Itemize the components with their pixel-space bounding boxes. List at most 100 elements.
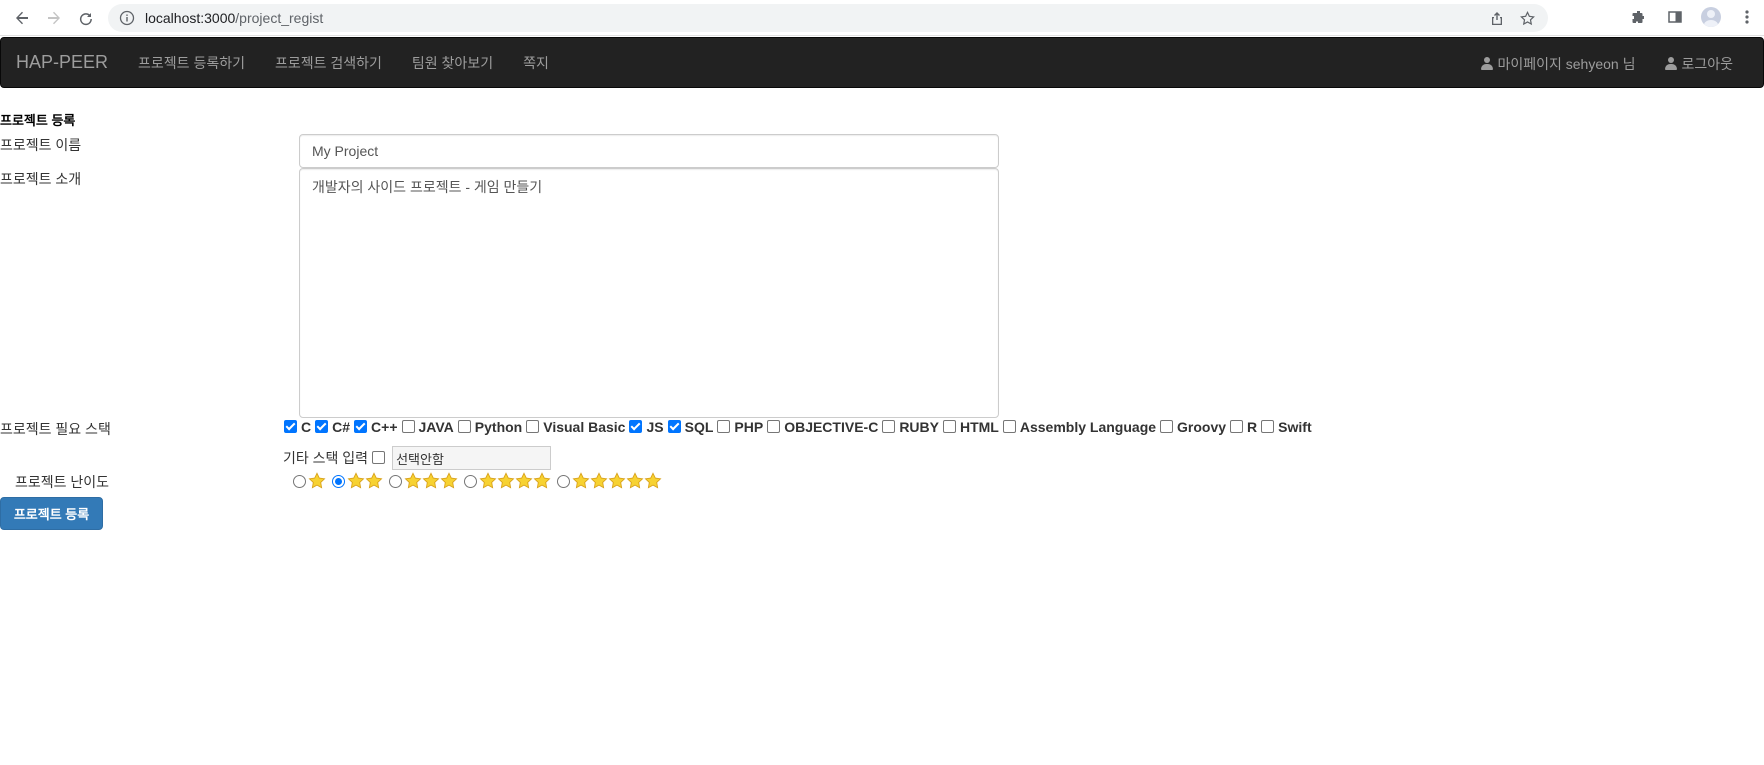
stack-option[interactable]: RUBY (881, 419, 939, 435)
nav-item-messages[interactable]: 쪽지 (523, 53, 549, 73)
stack-option-label: C# (332, 419, 351, 435)
stack-option-label: Groovy (1177, 419, 1227, 435)
info-icon[interactable] (119, 10, 135, 26)
url-host: localhost:3000 (145, 10, 236, 26)
stack-option-label: JAVA (418, 419, 454, 435)
stack-option-label: C++ (371, 419, 398, 435)
stack-option-label: JS (646, 419, 664, 435)
stack-checkbox[interactable] (1160, 419, 1174, 433)
star-icon (422, 472, 440, 489)
address-bar[interactable]: localhost:3000/project_regist (108, 4, 1548, 32)
star-icon (515, 472, 533, 489)
back-arrow-icon[interactable] (9, 5, 35, 31)
stack-option[interactable]: Swift (1260, 419, 1312, 435)
reload-icon[interactable] (73, 5, 99, 31)
brand-logo[interactable]: HAP-PEER (16, 52, 108, 73)
star-icon (644, 472, 662, 489)
difficulty-radio-group (293, 472, 668, 490)
stack-checkbox[interactable] (354, 419, 368, 433)
other-stack-label: 기타 스택 입력 (283, 450, 369, 466)
stack-option[interactable]: C (283, 419, 311, 435)
project-stack-label: 프로젝트 필요 스택 (0, 421, 111, 437)
stack-option[interactable]: C++ (353, 419, 398, 435)
stack-option-label: Assembly Language (1019, 419, 1157, 435)
project-intro-textarea[interactable]: 개발자의 사이드 프로젝트 - 게임 만들기 (299, 168, 999, 418)
project-name-input[interactable] (299, 134, 999, 168)
star-icon (608, 472, 626, 489)
mypage-link[interactable]: 마이페이지 sehyeon 님 (1481, 54, 1635, 74)
stack-option[interactable]: R (1229, 419, 1257, 435)
stack-option[interactable]: Groovy (1159, 419, 1226, 435)
stack-option-label: RUBY (899, 419, 939, 435)
other-stack-input[interactable] (392, 446, 552, 470)
star-icon (497, 472, 515, 489)
star-icon (590, 472, 608, 489)
user-icon (1481, 57, 1494, 70)
profile-avatar-icon[interactable] (1700, 6, 1722, 28)
star-icon (572, 472, 590, 489)
star-icon (404, 472, 422, 489)
stack-checkbox[interactable] (1002, 419, 1016, 433)
forward-arrow-icon[interactable] (41, 5, 67, 31)
url-path: /project_regist (235, 10, 324, 26)
difficulty-radio[interactable] (557, 474, 570, 488)
stack-option[interactable]: Visual Basic (525, 419, 625, 435)
star-icon (440, 472, 458, 489)
difficulty-radio[interactable] (389, 474, 402, 488)
stack-checkbox[interactable] (315, 419, 329, 433)
stack-option-label: C (301, 419, 312, 435)
submit-project-button[interactable]: 프로젝트 등록 (0, 497, 103, 530)
stack-option[interactable]: SQL (667, 419, 713, 435)
stack-checkbox[interactable] (284, 419, 297, 433)
stack-option-label: PHP (734, 419, 764, 435)
logout-link[interactable]: 로그아웃 (1665, 54, 1733, 74)
stack-checkbox[interactable] (767, 419, 781, 433)
stack-checkbox[interactable] (1261, 419, 1275, 433)
difficulty-stars (479, 472, 551, 490)
stack-option[interactable]: C# (314, 419, 350, 435)
difficulty-stars (572, 472, 662, 490)
project-difficulty-label: 프로젝트 난이도 (15, 474, 110, 490)
stack-option-label: HTML (959, 419, 999, 435)
stack-option[interactable]: Assembly Language (1002, 419, 1156, 435)
stack-option[interactable]: PHP (716, 419, 763, 435)
nav-item-project-search[interactable]: 프로젝트 검색하기 (275, 53, 382, 73)
stack-option[interactable]: JS (628, 419, 664, 435)
stack-option[interactable]: JAVA (401, 419, 454, 435)
stack-checkbox[interactable] (882, 419, 896, 433)
logout-label: 로그아웃 (1681, 55, 1733, 72)
extensions-puzzle-icon[interactable] (1628, 6, 1650, 28)
page-title: 프로젝트 등록 (0, 113, 76, 128)
menu-dots-icon[interactable] (1736, 6, 1758, 28)
difficulty-stars (308, 472, 326, 490)
nav-item-find-teammates[interactable]: 팀원 찾아보기 (412, 53, 493, 73)
stack-checkbox[interactable] (526, 419, 540, 433)
nav-item-project-register[interactable]: 프로젝트 등록하기 (138, 53, 245, 73)
stack-option-label: Visual Basic (543, 419, 626, 435)
app-navbar: HAP-PEER 프로젝트 등록하기 프로젝트 검색하기 팀원 찾아보기 쪽지 … (0, 37, 1764, 88)
stack-option[interactable]: Python (457, 419, 522, 435)
stack-option[interactable]: HTML (942, 419, 999, 435)
stack-option[interactable]: OBJECTIVE-C (766, 419, 878, 435)
stack-checkbox[interactable] (629, 419, 643, 433)
stack-checkbox[interactable] (717, 419, 731, 433)
difficulty-radio[interactable] (332, 474, 345, 488)
project-name-label: 프로젝트 이름 (0, 137, 82, 153)
user-icon (1665, 57, 1678, 70)
side-panel-icon[interactable] (1664, 6, 1686, 28)
share-icon[interactable] (1490, 10, 1506, 26)
star-icon (626, 472, 644, 489)
stack-checkbox[interactable] (401, 419, 415, 433)
stack-checkbox[interactable] (667, 419, 681, 433)
other-stack-checkbox[interactable] (372, 450, 386, 464)
stack-checkbox[interactable] (942, 419, 956, 433)
difficulty-radio[interactable] (464, 474, 477, 488)
difficulty-radio[interactable] (293, 474, 306, 488)
difficulty-stars (404, 472, 458, 490)
stack-checkbox[interactable] (1230, 419, 1244, 433)
difficulty-stars (347, 472, 383, 490)
browser-toolbar: localhost:3000/project_regist (0, 0, 1764, 36)
star-icon (533, 472, 551, 489)
stack-checkbox[interactable] (457, 419, 471, 433)
bookmark-star-icon[interactable] (1520, 10, 1536, 26)
